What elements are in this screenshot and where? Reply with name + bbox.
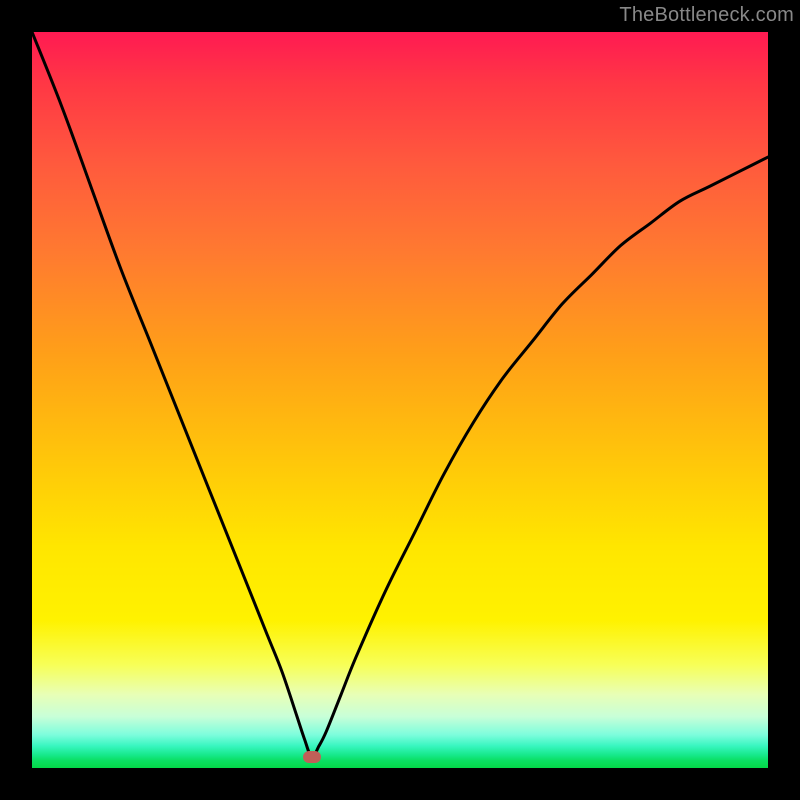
watermark-text: TheBottleneck.com — [619, 4, 794, 27]
optimal-point-marker — [303, 751, 321, 763]
chart-frame: TheBottleneck.com — [0, 0, 800, 800]
plot-area — [32, 32, 768, 768]
bottleneck-curve — [32, 32, 768, 768]
